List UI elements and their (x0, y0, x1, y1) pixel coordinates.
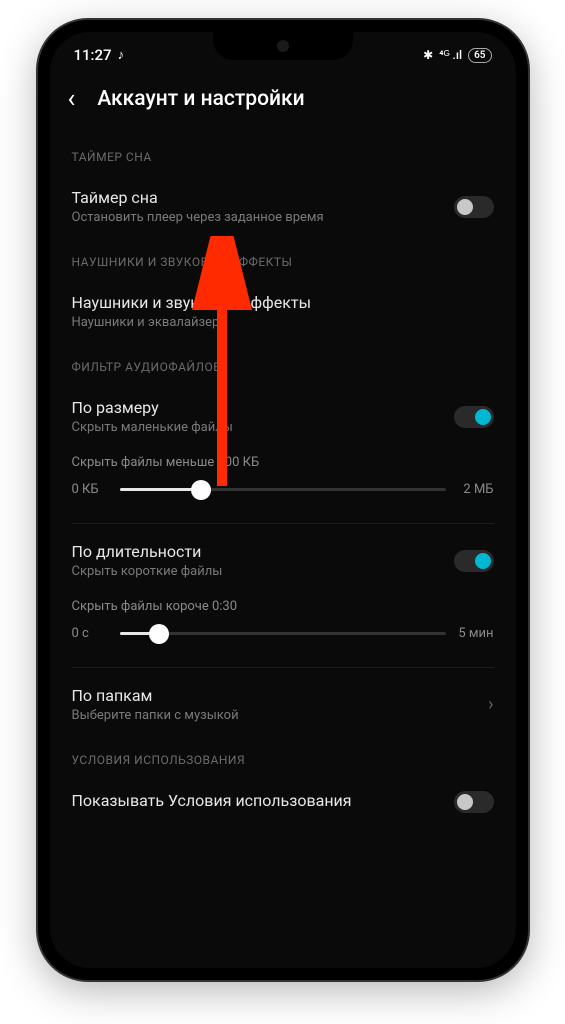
setting-text: Таймер сна Остановить плеер через заданн… (72, 188, 454, 225)
slider-label: Скрыть файлы меньше 500 КБ (72, 455, 494, 470)
sleep-timer-toggle[interactable] (454, 196, 494, 218)
slider-min: 0 КБ (72, 482, 108, 497)
filter-duration-toggle[interactable] (454, 550, 494, 572)
slider-max: 2 МБ (458, 482, 494, 497)
phone-screen: 11:27 ♪ ✱ ⁴ᴳ .ıl 65 ‹ Аккаунт и настройк… (50, 32, 516, 968)
page-title: Аккаунт и настройки (97, 87, 304, 111)
setting-sleep-timer[interactable]: Таймер сна Остановить плеер через заданн… (72, 178, 494, 235)
setting-filter-by-folder[interactable]: По папкам Выберите папки с музыкой › (72, 676, 494, 733)
setting-title: По размеру (72, 398, 454, 417)
toggle-knob (475, 409, 491, 425)
filter-size-slider[interactable] (120, 488, 446, 491)
slider-label: Скрыть файлы короче 0:30 (72, 599, 494, 614)
slider-min: 0 с (72, 626, 108, 641)
setting-text: По длительности Скрыть короткие файлы (72, 542, 454, 579)
phone-frame: 11:27 ♪ ✱ ⁴ᴳ .ıl 65 ‹ Аккаунт и настройк… (38, 20, 528, 980)
section-sleep-timer-label: ТАЙМЕР СНА (72, 130, 494, 178)
setting-text: Наушники и звуковые эффекты Наушники и э… (72, 293, 494, 330)
setting-show-terms[interactable]: Показывать Условия использования (72, 781, 494, 823)
setting-title: По длительности (72, 542, 454, 561)
status-right: ✱ ⁴ᴳ .ıl 65 (423, 48, 491, 63)
setting-title: Таймер сна (72, 188, 454, 207)
section-terms-label: УСЛОВИЯ ИСПОЛЬЗОВАНИЯ (72, 733, 494, 781)
setting-subtitle: Скрыть маленькие файлы (72, 420, 454, 435)
terms-toggle[interactable] (454, 791, 494, 813)
setting-headphones-effects[interactable]: Наушники и звуковые эффекты Наушники и э… (72, 283, 494, 340)
filter-size-toggle[interactable] (454, 406, 494, 428)
settings-content: ТАЙМЕР СНА Таймер сна Остановить плеер ч… (50, 130, 516, 823)
status-time: 11:27 (74, 46, 112, 64)
divider (72, 667, 494, 668)
divider (72, 523, 494, 524)
signal-icon: ⁴ᴳ .ıl (439, 48, 462, 62)
filter-size-slider-group: Скрыть файлы меньше 500 КБ 0 КБ 2 МБ (72, 445, 494, 515)
status-left: 11:27 ♪ (74, 46, 125, 64)
setting-subtitle: Скрыть короткие файлы (72, 564, 454, 579)
setting-title: Показывать Условия использования (72, 791, 454, 810)
setting-title: По папкам (72, 686, 489, 705)
setting-text: По папкам Выберите папки с музыкой (72, 686, 489, 723)
setting-filter-by-duration[interactable]: По длительности Скрыть короткие файлы (72, 532, 494, 589)
setting-subtitle: Наушники и эквалайзер (72, 315, 494, 330)
front-camera (277, 40, 289, 52)
chevron-right-icon: › (488, 694, 493, 715)
music-icon: ♪ (118, 47, 125, 63)
slider-thumb[interactable] (191, 480, 211, 500)
app-header: ‹ Аккаунт и настройки (50, 72, 516, 130)
toggle-knob (457, 199, 473, 215)
back-button[interactable]: ‹ (68, 86, 76, 112)
slider-thumb[interactable] (149, 624, 169, 644)
slider-fill (120, 488, 202, 491)
filter-duration-slider-group: Скрыть файлы короче 0:30 0 с 5 мин (72, 589, 494, 659)
setting-filter-by-size[interactable]: По размеру Скрыть маленькие файлы (72, 388, 494, 445)
slider-row: 0 с 5 мин (72, 626, 494, 641)
setting-subtitle: Остановить плеер через заданное время (72, 210, 454, 225)
setting-text: Показывать Условия использования (72, 791, 454, 813)
section-filter-label: ФИЛЬТР АУДИОФАЙЛОВ (72, 340, 494, 388)
section-headphones-label: НАУШНИКИ И ЗВУКОВЫЕ ЭФФЕКТЫ (72, 235, 494, 283)
slider-max: 5 мин (458, 626, 494, 641)
toggle-knob (475, 553, 491, 569)
slider-row: 0 КБ 2 МБ (72, 482, 494, 497)
setting-text: По размеру Скрыть маленькие файлы (72, 398, 454, 435)
setting-title: Наушники и звуковые эффекты (72, 293, 494, 312)
bluetooth-icon: ✱ (423, 48, 433, 62)
setting-subtitle: Выберите папки с музыкой (72, 708, 489, 723)
battery-icon: 65 (468, 48, 491, 63)
filter-duration-slider[interactable] (120, 632, 446, 635)
toggle-knob (457, 794, 473, 810)
